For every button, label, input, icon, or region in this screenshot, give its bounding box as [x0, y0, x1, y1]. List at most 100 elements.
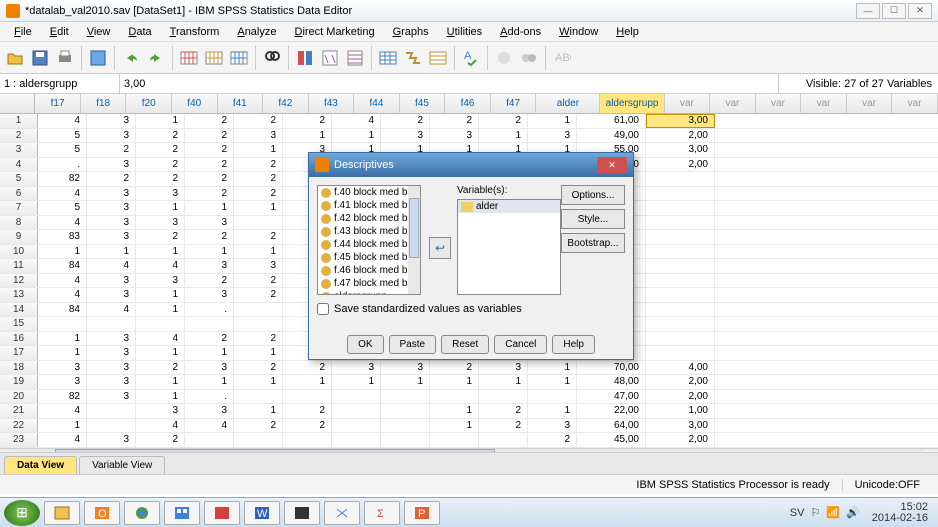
cell[interactable]: 82	[38, 172, 87, 186]
reset-button[interactable]: Reset	[441, 335, 489, 354]
row-header[interactable]: 18	[0, 361, 38, 375]
cell[interactable]: 3	[87, 216, 136, 230]
cell[interactable]: 64,00	[577, 419, 646, 433]
print-icon[interactable]	[54, 47, 76, 69]
cell[interactable]: 4	[185, 419, 234, 433]
column-header-empty[interactable]: var	[710, 94, 756, 113]
row-header[interactable]: 6	[0, 187, 38, 201]
cell[interactable]: 3	[381, 361, 430, 375]
cell[interactable]: 4	[38, 216, 87, 230]
column-header[interactable]: f43	[309, 94, 355, 113]
list-item[interactable]: f.43 block med b...	[318, 225, 420, 238]
cell[interactable]: 1,00	[646, 404, 715, 418]
cell[interactable]: 4	[38, 404, 87, 418]
row-header[interactable]: 4	[0, 158, 38, 172]
row-header[interactable]: 14	[0, 303, 38, 317]
cell[interactable]: 1	[185, 346, 234, 360]
target-variable-list[interactable]: alder	[457, 199, 561, 295]
row-header[interactable]: 16	[0, 332, 38, 346]
cell[interactable]	[234, 433, 283, 447]
menu-data[interactable]: Data	[120, 24, 159, 40]
list-item[interactable]: f.45 block med b...	[318, 251, 420, 264]
cell[interactable]	[332, 390, 381, 404]
cell[interactable]: 2,00	[646, 129, 715, 143]
taskbar-pdf-icon[interactable]	[204, 501, 240, 525]
column-header[interactable]: alder	[536, 94, 600, 113]
goto-case-icon[interactable]	[178, 47, 200, 69]
cell[interactable]: 3	[87, 361, 136, 375]
cell[interactable]	[234, 390, 283, 404]
cell[interactable]: 3,00	[646, 143, 715, 157]
cell[interactable]: 3,00	[646, 419, 715, 433]
weight-cases-icon[interactable]	[319, 47, 341, 69]
cell[interactable]: 3,00	[646, 114, 715, 128]
cell[interactable]	[646, 230, 715, 244]
help-button[interactable]: Help	[552, 335, 595, 354]
cell[interactable]: 3	[87, 114, 136, 128]
row-header[interactable]: 22	[0, 419, 38, 433]
cell[interactable]: 1	[234, 404, 283, 418]
cell[interactable]	[646, 332, 715, 346]
column-header[interactable]: f47	[491, 94, 537, 113]
cell[interactable]: 1	[185, 375, 234, 389]
cell[interactable]: 1	[528, 404, 577, 418]
goto-variable-icon[interactable]	[203, 47, 225, 69]
system-tray[interactable]: SV ⚐ 📶 🔊 15:022014-02-16	[790, 502, 934, 524]
cell[interactable]	[87, 317, 136, 331]
row-header[interactable]: 8	[0, 216, 38, 230]
cell[interactable]: 1	[332, 375, 381, 389]
tray-clock[interactable]: 15:022014-02-16	[866, 502, 934, 524]
cell[interactable]	[234, 303, 283, 317]
cell[interactable]	[646, 187, 715, 201]
row-header[interactable]: 23	[0, 433, 38, 447]
cell[interactable]: 5	[38, 201, 87, 215]
cell[interactable]: 2	[234, 419, 283, 433]
cell[interactable]: 3	[87, 375, 136, 389]
volume-icon[interactable]: 🔊	[846, 506, 860, 519]
cell[interactable]: 1	[528, 114, 577, 128]
column-header-empty[interactable]: var	[756, 94, 802, 113]
cell[interactable]: 4	[38, 274, 87, 288]
cell[interactable]: 3	[185, 361, 234, 375]
list-item[interactable]: f.42 block med b...	[318, 212, 420, 225]
cell[interactable]	[646, 245, 715, 259]
cell[interactable]	[283, 433, 332, 447]
cell[interactable]: 1	[430, 375, 479, 389]
toolbar-icon-c[interactable]: ABC	[551, 47, 573, 69]
list-item[interactable]: f.40 block med b...	[318, 186, 420, 199]
cell[interactable]: 1	[283, 129, 332, 143]
cell[interactable]: 4	[136, 419, 185, 433]
cell[interactable]: 2	[234, 230, 283, 244]
toolbar-icon-b[interactable]	[518, 47, 540, 69]
cell[interactable]: 1	[430, 419, 479, 433]
cell[interactable]: 1	[136, 390, 185, 404]
column-header[interactable]: f41	[218, 94, 264, 113]
cell[interactable]: 1	[185, 245, 234, 259]
windows-taskbar[interactable]: ⊞ O W Σ P SV ⚐ 📶 🔊 15:022014-02-16	[0, 497, 938, 527]
cell[interactable]: 3	[185, 404, 234, 418]
cell[interactable]	[234, 317, 283, 331]
cell[interactable]: 48,00	[577, 375, 646, 389]
cell[interactable]: 1	[136, 346, 185, 360]
cell[interactable]: 2	[185, 274, 234, 288]
row-header[interactable]: 1	[0, 114, 38, 128]
cell[interactable]: 3	[528, 419, 577, 433]
row-header[interactable]: 3	[0, 143, 38, 157]
maximize-button[interactable]: ☐	[882, 3, 906, 19]
row-header[interactable]: 17	[0, 346, 38, 360]
cell[interactable]: .	[38, 158, 87, 172]
cell[interactable]: 22,00	[577, 404, 646, 418]
list-item[interactable]: aldersgrupp	[318, 290, 420, 295]
menu-analyze[interactable]: Analyze	[229, 24, 284, 40]
cell[interactable]: 82	[38, 390, 87, 404]
taskbar-explorer-icon[interactable]	[44, 501, 80, 525]
cell[interactable]: 3	[185, 216, 234, 230]
undo-icon[interactable]	[120, 47, 142, 69]
scrollbar-thumb[interactable]	[55, 449, 495, 452]
cell[interactable]: 45,00	[577, 433, 646, 447]
cell[interactable]	[646, 303, 715, 317]
row-header[interactable]: 21	[0, 404, 38, 418]
cell[interactable]	[381, 419, 430, 433]
cell[interactable]: 1	[234, 201, 283, 215]
cell[interactable]: 1	[381, 375, 430, 389]
